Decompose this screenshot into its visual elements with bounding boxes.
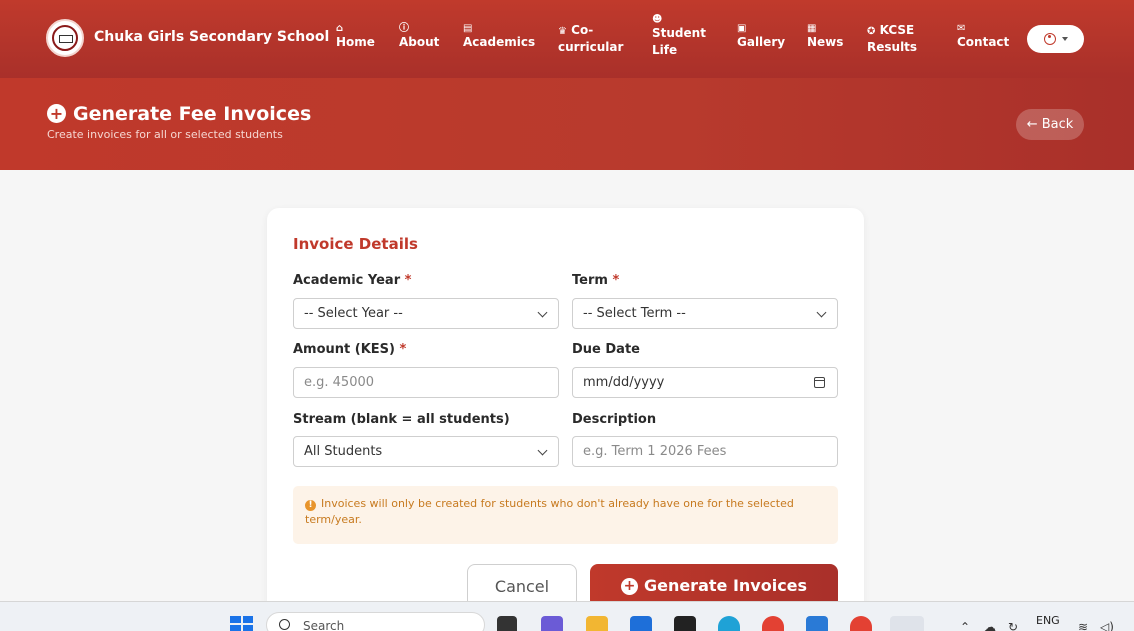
button-label: Generate Invoices — [643, 576, 808, 595]
onedrive-icon[interactable]: ☁ — [984, 620, 996, 631]
note-text: Invoices will only be created for studen… — [305, 497, 794, 526]
select-value: -- Select Year -- — [304, 306, 403, 321]
back-button[interactable]: ← Back — [1016, 109, 1084, 140]
stream-label: Stream (blank = all students) — [293, 412, 510, 427]
due-date-input[interactable]: mm/dd/yyyy — [572, 367, 838, 398]
section-title: Invoice Details — [293, 235, 418, 253]
user-menu-button[interactable] — [1027, 25, 1084, 53]
chevron-down-icon — [537, 445, 548, 456]
sync-icon[interactable]: ↻ — [1008, 620, 1018, 631]
chevron-up-icon[interactable]: ⌃ — [960, 620, 970, 631]
nav-label: Co-curricular — [558, 23, 624, 54]
description-input[interactable]: e.g. Term 1 2026 Fees — [572, 436, 838, 467]
people-icon: ☻ — [652, 14, 663, 25]
chat-icon: ✉ — [957, 23, 966, 34]
stream-select[interactable]: All Students — [293, 436, 559, 467]
windows-taskbar: Search ⌃ ☁ ↻ ENG ≋ ◁) — [0, 601, 1134, 631]
trophy-icon: ♛ — [558, 26, 567, 37]
academic-year-label: Academic Year * — [293, 273, 411, 288]
calendar-icon[interactable] — [814, 377, 825, 388]
snipping-tool-icon[interactable] — [890, 616, 924, 631]
academic-year-select[interactable]: -- Select Year -- — [293, 298, 559, 329]
book-icon: ▤ — [463, 23, 473, 34]
school-crest-icon — [52, 25, 78, 51]
file-explorer-icon[interactable] — [586, 616, 608, 631]
nav-label: Gallery — [737, 35, 786, 49]
windows-start-icon[interactable] — [230, 616, 253, 631]
page-title: Generate Fee Invoices — [73, 103, 312, 125]
description-label: Description — [572, 412, 657, 427]
edge-icon[interactable] — [718, 616, 740, 631]
term-label: Term * — [572, 273, 619, 288]
image-icon: ▣ — [737, 23, 747, 34]
required-mark: * — [399, 342, 407, 357]
chevron-down-icon — [816, 307, 827, 318]
nav-item-academics[interactable]: ▤ Academics — [463, 23, 535, 51]
page-subtitle: Create invoices for all or selected stud… — [47, 128, 283, 141]
award-icon: ✪ — [867, 26, 876, 37]
nav-item-about[interactable]: ⓘ About — [399, 23, 439, 51]
date-placeholder: mm/dd/yyyy — [583, 375, 665, 390]
nav-label: KCSE Results — [867, 23, 918, 54]
label-text: Academic Year — [293, 273, 401, 288]
nav-item-home[interactable]: ⌂ Home — [336, 23, 375, 51]
teams-icon[interactable] — [541, 616, 563, 631]
select-value: -- Select Term -- — [583, 306, 686, 321]
top-navbar: Chuka Girls Secondary School ⌂ Home ⓘ Ab… — [0, 0, 1134, 78]
page-header: + Generate Fee Invoices Create invoices … — [0, 78, 1134, 170]
task-view-icon[interactable] — [497, 616, 517, 631]
info-note: ! Invoices will only be created for stude… — [293, 486, 838, 544]
required-mark: * — [612, 273, 620, 288]
brand-name[interactable]: Chuka Girls Secondary School — [94, 29, 329, 45]
taskbar-search[interactable]: Search — [266, 612, 485, 631]
house-icon: ⌂ — [336, 23, 344, 34]
school-logo[interactable] — [46, 19, 84, 57]
store-icon[interactable] — [630, 616, 652, 631]
chrome-profile-icon[interactable] — [850, 616, 872, 631]
search-icon — [279, 619, 290, 630]
due-date-label: Due Date — [572, 342, 640, 357]
wifi-icon[interactable]: ≋ — [1078, 620, 1088, 631]
nav-item-contact[interactable]: ✉ Contact — [957, 23, 1009, 51]
amount-label: Amount (KES) * — [293, 342, 406, 357]
nav-label: News — [807, 35, 844, 49]
volume-icon[interactable]: ◁) — [1100, 620, 1114, 631]
label-text: Amount (KES) — [293, 342, 395, 357]
chevron-down-icon — [537, 307, 548, 318]
language-indicator[interactable]: ENG — [1036, 614, 1060, 627]
label-text: Term — [572, 273, 608, 288]
required-mark: * — [404, 273, 412, 288]
caret-down-icon — [1061, 37, 1068, 41]
term-select[interactable]: -- Select Term -- — [572, 298, 838, 329]
plus-circle-icon: + — [47, 104, 66, 123]
select-value: All Students — [304, 444, 383, 459]
nav-item-student-life[interactable]: ☻ Student Life — [652, 14, 708, 59]
nav-item-gallery[interactable]: ▣ Gallery — [737, 23, 785, 51]
nav-item-co-curricular[interactable]: ♛ Co-curricular — [558, 22, 624, 56]
nav-item-news[interactable]: ▦ News — [807, 23, 843, 51]
chrome-icon[interactable] — [762, 616, 784, 631]
github-icon[interactable] — [674, 616, 696, 631]
nav-item-kcse-results[interactable]: ✪ KCSE Results — [867, 22, 919, 56]
invoice-form-card: Invoice Details Academic Year * -- Selec… — [267, 208, 864, 628]
info-icon: ! — [305, 500, 316, 511]
amount-input[interactable]: e.g. 45000 — [293, 367, 559, 398]
vscode-icon[interactable] — [806, 616, 828, 631]
nav-label: Home — [336, 35, 375, 49]
nav-label: Student Life — [652, 26, 706, 57]
user-circle-icon — [1043, 33, 1056, 45]
newspaper-icon: ▦ — [807, 23, 817, 34]
nav-label: Contact — [957, 35, 1010, 49]
plus-circle-icon: + — [620, 578, 638, 595]
nav-label: About — [399, 35, 440, 49]
info-circle-icon: ⓘ — [399, 23, 409, 34]
search-placeholder: Search — [303, 619, 345, 631]
nav-label: Academics — [463, 35, 536, 49]
